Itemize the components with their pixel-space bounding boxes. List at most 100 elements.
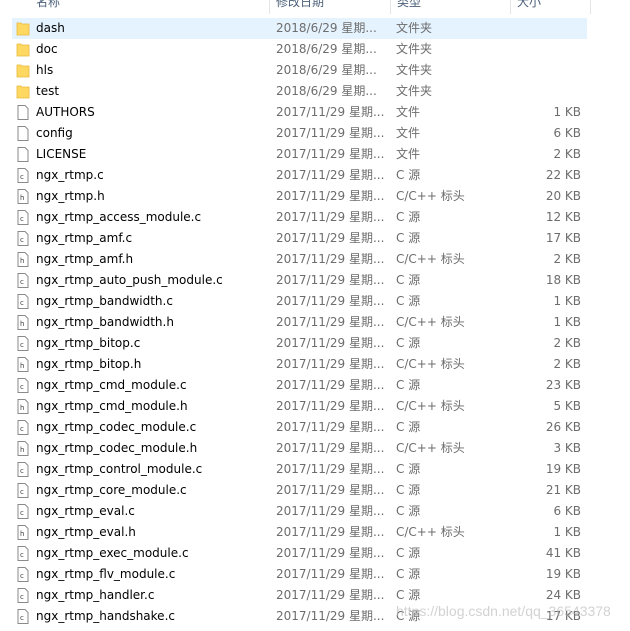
file-size: 26 KB [545, 420, 581, 434]
file-name: LICENSE [36, 147, 87, 161]
c-file-icon: c [16, 420, 30, 435]
file-row[interactable]: dash 2018/6/29 星期... 文件夹 [12, 18, 587, 39]
h-file-icon: h [16, 357, 30, 372]
file-row[interactable]: c ngx_rtmp_access_module.c 2017/11/29 星期… [12, 207, 587, 228]
file-row[interactable]: c ngx_rtmp_bandwidth.c 2017/11/29 星期... … [12, 291, 587, 312]
svg-text:h: h [20, 257, 24, 265]
file-date: 2017/11/29 星期... [276, 378, 385, 392]
file-date: 2018/6/29 星期... [276, 63, 377, 77]
column-type[interactable]: 类型 [391, 0, 511, 14]
column-size[interactable]: 大小 [511, 0, 591, 14]
svg-text:c: c [20, 341, 24, 349]
file-type: C 源 [396, 273, 421, 287]
file-row[interactable]: test 2018/6/29 星期... 文件夹 [12, 81, 587, 102]
file-size: 19 KB [545, 462, 581, 476]
file-type: C 源 [396, 483, 421, 497]
file-size: 1 KB [553, 525, 581, 539]
watermark: https://blog.csdn.net/qq_36543378 [396, 603, 611, 619]
file-row[interactable]: c ngx_rtmp_exec_module.c 2017/11/29 星期..… [12, 543, 587, 564]
file-date: 2017/11/29 星期... [276, 399, 385, 413]
c-file-icon: c [16, 546, 30, 561]
file-row[interactable]: c ngx_rtmp.c 2017/11/29 星期... C 源 22 KB [12, 165, 587, 186]
file-row[interactable]: c ngx_rtmp_auto_push_module.c 2017/11/29… [12, 270, 587, 291]
svg-text:h: h [20, 362, 24, 370]
file-row[interactable]: h ngx_rtmp.h 2017/11/29 星期... C/C++ 标头 2… [12, 186, 587, 207]
file-name: dash [36, 21, 65, 35]
svg-text:c: c [20, 593, 24, 601]
file-size: 18 KB [545, 273, 581, 287]
file-size: 1 KB [553, 294, 581, 308]
file-size: 2 KB [553, 357, 581, 371]
file-list: dash 2018/6/29 星期... 文件夹 doc 2018/6/29 星… [12, 18, 587, 627]
c-file-icon: c [16, 504, 30, 519]
file-row[interactable]: c ngx_rtmp_core_module.c 2017/11/29 星期..… [12, 480, 587, 501]
file-row[interactable]: c ngx_rtmp_control_module.c 2017/11/29 星… [12, 459, 587, 480]
file-type: C 源 [396, 336, 421, 350]
file-type: C 源 [396, 231, 421, 245]
file-date: 2017/11/29 星期... [276, 420, 385, 434]
svg-text:h: h [20, 404, 24, 412]
file-row[interactable]: AUTHORS 2017/11/29 星期... 文件 1 KB [12, 102, 587, 123]
svg-text:c: c [20, 299, 24, 307]
file-name: ngx_rtmp_amf.h [36, 252, 134, 266]
folder-icon [16, 42, 30, 57]
file-type: C 源 [396, 546, 421, 560]
file-size: 6 KB [553, 126, 581, 140]
file-name: ngx_rtmp_handshake.c [36, 609, 175, 623]
c-file-icon: c [16, 609, 30, 624]
svg-text:c: c [20, 551, 24, 559]
file-type: C/C++ 标头 [396, 189, 465, 203]
file-row[interactable]: c ngx_rtmp_amf.c 2017/11/29 星期... C 源 17… [12, 228, 587, 249]
file-row[interactable]: c ngx_rtmp_cmd_module.c 2017/11/29 星期...… [12, 375, 587, 396]
file-name: ngx_rtmp_exec_module.c [36, 546, 189, 560]
h-file-icon: h [16, 525, 30, 540]
svg-text:c: c [20, 509, 24, 517]
file-row[interactable]: h ngx_rtmp_bitop.h 2017/11/29 星期... C/C+… [12, 354, 587, 375]
file-row[interactable]: LICENSE 2017/11/29 星期... 文件 2 KB [12, 144, 587, 165]
file-row[interactable]: c ngx_rtmp_eval.c 2017/11/29 星期... C 源 6… [12, 501, 587, 522]
column-date[interactable]: 修改日期 [270, 0, 391, 14]
file-type: 文件夹 [396, 63, 433, 77]
folder-icon [16, 84, 30, 99]
file-name: AUTHORS [36, 105, 95, 119]
file-type: C 源 [396, 504, 421, 518]
file-size: 5 KB [553, 399, 581, 413]
file-date: 2017/11/29 星期... [276, 273, 385, 287]
file-name: ngx_rtmp_bandwidth.c [36, 294, 173, 308]
file-name: ngx_rtmp_handler.c [36, 588, 155, 602]
file-row[interactable]: config 2017/11/29 星期... 文件 6 KB [12, 123, 587, 144]
folder-icon [16, 63, 30, 78]
file-row[interactable]: h ngx_rtmp_cmd_module.h 2017/11/29 星期...… [12, 396, 587, 417]
file-type: C/C++ 标头 [396, 315, 465, 329]
file-row[interactable]: c ngx_rtmp_codec_module.c 2017/11/29 星期.… [12, 417, 587, 438]
column-name[interactable]: 名称 [30, 0, 270, 14]
file-row[interactable]: c ngx_rtmp_flv_module.c 2017/11/29 星期...… [12, 564, 587, 585]
file-row[interactable]: doc 2018/6/29 星期... 文件夹 [12, 39, 587, 60]
svg-text:c: c [20, 425, 24, 433]
file-row[interactable]: h ngx_rtmp_amf.h 2017/11/29 星期... C/C++ … [12, 249, 587, 270]
file-name: ngx_rtmp_amf.c [36, 231, 133, 245]
file-date: 2017/11/29 星期... [276, 315, 385, 329]
file-date: 2017/11/29 星期... [276, 294, 385, 308]
file-name: config [36, 126, 73, 140]
file-date: 2018/6/29 星期... [276, 21, 377, 35]
file-row[interactable]: c ngx_rtmp_bitop.c 2017/11/29 星期... C 源 … [12, 333, 587, 354]
file-type: C 源 [396, 420, 421, 434]
file-size: 19 KB [545, 567, 581, 581]
file-type: 文件 [396, 105, 421, 119]
file-row[interactable]: h ngx_rtmp_bandwidth.h 2017/11/29 星期... … [12, 312, 587, 333]
file-type: C 源 [396, 462, 421, 476]
file-date: 2017/11/29 星期... [276, 609, 385, 623]
file-date: 2017/11/29 星期... [276, 525, 385, 539]
file-name: ngx_rtmp.c [36, 168, 104, 182]
file-row[interactable]: h ngx_rtmp_codec_module.h 2017/11/29 星期.… [12, 438, 587, 459]
file-date: 2017/11/29 星期... [276, 210, 385, 224]
file-name: ngx_rtmp_control_module.c [36, 462, 203, 476]
file-row[interactable]: h ngx_rtmp_eval.h 2017/11/29 星期... C/C++… [12, 522, 587, 543]
file-row[interactable]: hls 2018/6/29 星期... 文件夹 [12, 60, 587, 81]
svg-text:c: c [20, 614, 24, 622]
file-size: 6 KB [553, 504, 581, 518]
svg-text:c: c [20, 467, 24, 475]
file-date: 2017/11/29 星期... [276, 105, 385, 119]
file-date: 2017/11/29 星期... [276, 147, 385, 161]
